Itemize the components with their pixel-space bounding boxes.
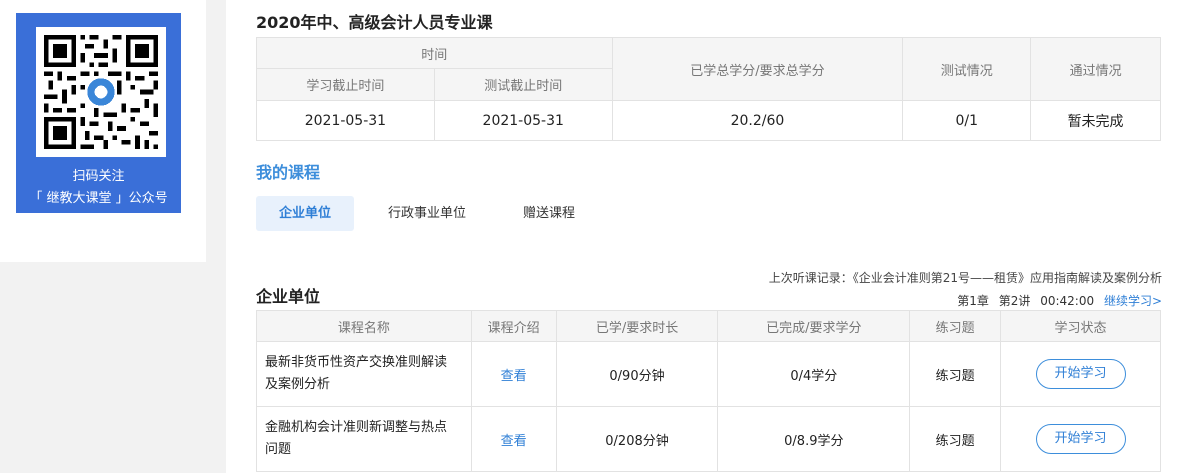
qr-card: 扫码关注 「 继教大课堂 」公众号 xyxy=(16,13,181,213)
course-name: 金融机构会计准则新调整与热点 问题 xyxy=(256,406,472,472)
pass-status-value: 暂未完成 xyxy=(1030,100,1161,141)
header-credits: 已学总学分/要求总学分 xyxy=(611,37,904,101)
last-record: 上次听课记录：《企业会计准则第21号——租赁》应用指南解读及案例分析 xyxy=(768,271,1162,285)
duration-value: 0/90分钟 xyxy=(555,341,719,407)
header-pass-status: 通过情况 xyxy=(1030,37,1161,101)
header-course-credits: 已完成/要求学分 xyxy=(717,310,911,342)
header-test-deadline: 测试截止时间 xyxy=(433,68,613,101)
tab-public-institution[interactable]: 行政事业单位 xyxy=(365,196,489,231)
program-title: 2020年中、高级会计人员专业课 xyxy=(256,13,493,32)
course-name-line2: 及案例分析 xyxy=(265,377,331,392)
exercise-link[interactable]: 练习题 xyxy=(909,341,1002,407)
last-lecture: 第2讲 xyxy=(998,294,1031,308)
header-course-name: 课程名称 xyxy=(256,310,472,342)
view-intro-link[interactable]: 查看 xyxy=(501,369,527,384)
header-exercise: 练习题 xyxy=(909,310,1002,342)
course-name-line2: 问题 xyxy=(265,442,292,457)
course-table: 课程名称 课程介绍 已学/要求时长 已完成/要求学分 练习题 学习状态 最新非货… xyxy=(256,310,1161,472)
sidebar: 扫码关注 「 继教大课堂 」公众号 xyxy=(0,0,206,262)
continue-link[interactable]: 继续学习> xyxy=(1104,294,1162,308)
header-time: 时间 xyxy=(256,37,613,69)
duration-value: 0/208分钟 xyxy=(555,406,719,472)
header-course-intro: 课程介绍 xyxy=(470,310,557,342)
qr-code xyxy=(36,27,166,157)
table-row: 2021-05-31 2021-05-31 20.2/60 0/1 暂未完成 xyxy=(256,100,1161,141)
tab-enterprise[interactable]: 企业单位 xyxy=(256,196,355,231)
header-study-status: 学习状态 xyxy=(1000,310,1161,342)
course-credits-value: 0/4学分 xyxy=(717,341,911,407)
table-row: 金融机构会计准则新调整与热点 问题 查看 0/208分钟 0/8.9学分 练习题… xyxy=(256,406,1161,472)
study-deadline-value: 2021-05-31 xyxy=(256,100,435,141)
course-tabs: 企业单位 行政事业单位 赠送课程 xyxy=(256,196,609,231)
header-study-deadline: 学习截止时间 xyxy=(256,68,435,101)
table-row: 最新非货币性资产交换准则解读 及案例分析 查看 0/90分钟 0/4学分 练习题… xyxy=(256,341,1161,407)
view-intro-link[interactable]: 查看 xyxy=(501,434,527,449)
my-courses-title: 我的课程 xyxy=(256,163,321,182)
course-name-line1: 最新非货币性资产交换准则解读 xyxy=(265,355,448,370)
exercise-link[interactable]: 练习题 xyxy=(909,406,1002,472)
header-test-status: 测试情况 xyxy=(902,37,1032,101)
last-record-meta: 第1章 第2讲 00:42:00 继续学习> xyxy=(951,292,1162,309)
course-credits-value: 0/8.9学分 xyxy=(717,406,911,472)
course-name-line1: 金融机构会计准则新调整与热点 xyxy=(265,420,448,435)
credits-value: 20.2/60 xyxy=(611,100,904,141)
course-list-title: 企业单位 xyxy=(256,287,321,306)
course-name: 最新非货币性资产交换准则解读 及案例分析 xyxy=(256,341,472,407)
main-content: 2020年中、高级会计人员专业课 时间 已学总学分/要求总学分 测试情况 通过情… xyxy=(226,0,1182,473)
last-chapter: 第1章 xyxy=(957,294,989,308)
test-deadline-value: 2021-05-31 xyxy=(433,100,613,141)
test-status-value: 0/1 xyxy=(902,100,1032,141)
qr-code-icon xyxy=(44,35,158,149)
summary-table: 时间 已学总学分/要求总学分 测试情况 通过情况 学习截止时间 测试截止时间 2… xyxy=(256,37,1161,141)
tab-gift-courses[interactable]: 赠送课程 xyxy=(500,196,598,231)
qr-caption-line2: 「 继教大课堂 」公众号 xyxy=(29,191,168,206)
qr-caption-line1: 扫码关注 xyxy=(72,169,125,184)
header-duration: 已学/要求时长 xyxy=(555,310,719,342)
start-study-button[interactable]: 开始学习 xyxy=(1035,424,1126,454)
last-time: 00:42:00 xyxy=(1040,294,1095,308)
start-study-button[interactable]: 开始学习 xyxy=(1035,359,1126,389)
